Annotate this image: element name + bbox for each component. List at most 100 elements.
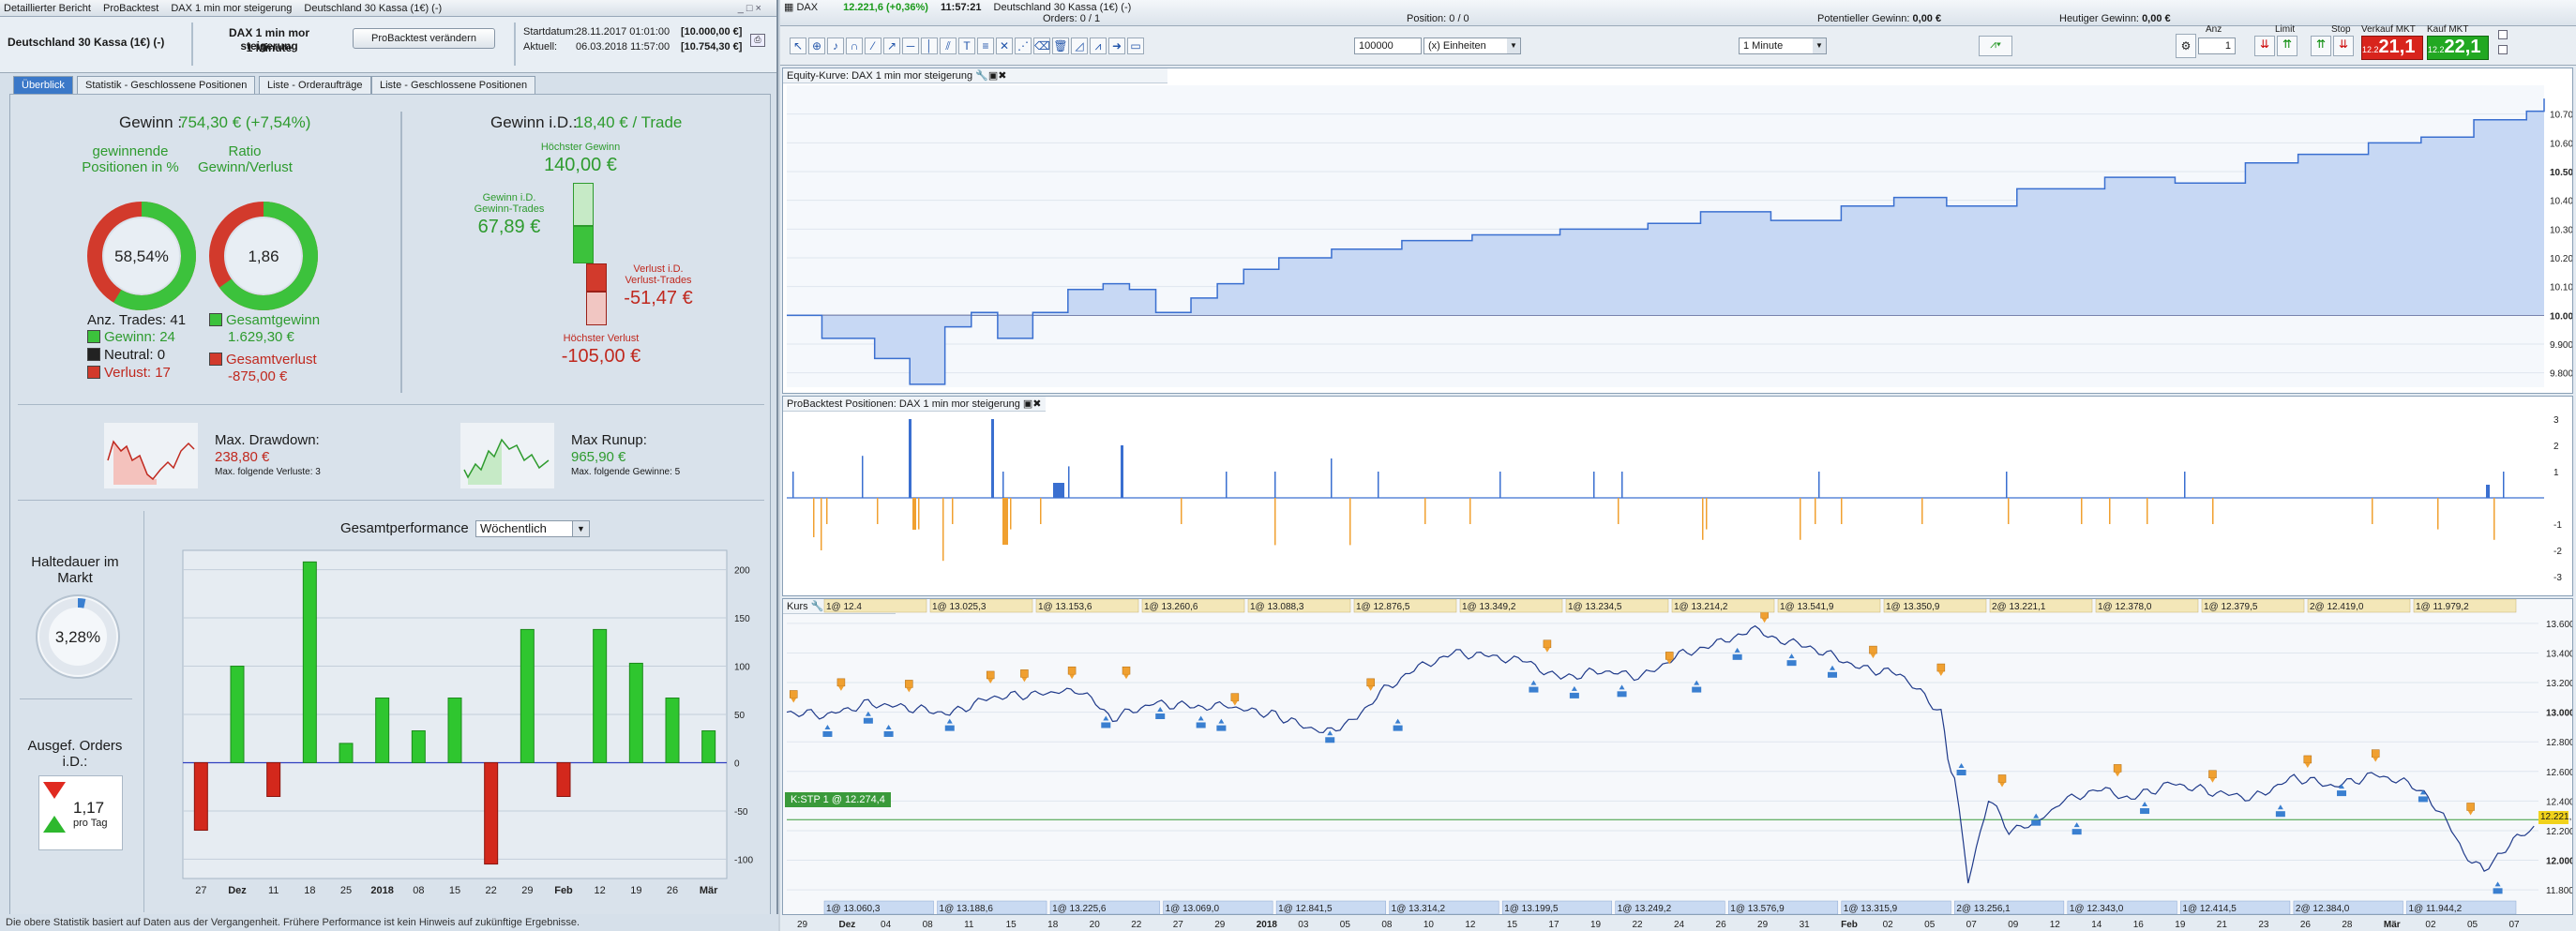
cross-icon[interactable]: ✕: [996, 38, 1013, 54]
bell-icon[interactable]: ♪: [827, 38, 844, 54]
strategy-period: 1 Minute: [246, 41, 293, 54]
option-checkbox[interactable]: [2498, 30, 2508, 39]
perf-period-select[interactable]: Wöchentlich ▼: [475, 520, 590, 537]
window-controls-icon[interactable]: _ □ ×: [738, 0, 761, 17]
date-tick: 19: [1590, 920, 1602, 930]
wrench-icon[interactable]: ⚙: [2176, 34, 2196, 58]
shapes-icon[interactable]: ◿: [1071, 38, 1088, 54]
rectangle-icon[interactable]: ▭: [1127, 38, 1144, 54]
line-icon[interactable]: ⁄: [865, 38, 881, 54]
perf-bar: [266, 761, 281, 797]
long-entry-marker: [1828, 671, 1838, 678]
arrow-down-icon: [1999, 782, 2006, 788]
price-y-tick: 12.000: [2546, 857, 2572, 867]
position-short-bar: [1800, 498, 1801, 540]
trash-icon[interactable]: 🗑: [1052, 38, 1069, 54]
potential-gain-label: Potentieller Gewinn:: [1817, 13, 1910, 24]
trade-label: 1@ 13.225,6: [1052, 904, 1107, 914]
tab-overview[interactable]: Überblick: [13, 76, 73, 94]
anz-input[interactable]: 1: [2198, 38, 2236, 54]
trade-label: 1@ 13.260,6: [1144, 602, 1198, 612]
instrument-name: Deutschland 30 Kassa (1€) (-): [8, 36, 165, 49]
avg-loss-label: Verlust i.D. Verlust-Trades: [625, 263, 692, 286]
hline-icon[interactable]: ─: [902, 38, 919, 54]
equity-y-tick: 10.300: [2550, 225, 2572, 235]
unit-select[interactable]: (x) Einheiten ▼: [1424, 38, 1521, 54]
total-loss-label-text: Gesamtverlust: [226, 352, 317, 368]
orders-unit: pro Tag: [73, 818, 108, 829]
fan-icon[interactable]: ⋰: [1015, 38, 1032, 54]
trade-label: 2@ 13.256,1: [1956, 904, 2011, 914]
arrow-up-icon: [2494, 881, 2501, 887]
drawdown-value: 238,80 €: [215, 449, 270, 465]
arrow-up-icon: [1198, 715, 1204, 721]
arrow-up-icon: [1103, 715, 1109, 721]
change-backtest-button[interactable]: ProBacktest verändern: [353, 28, 495, 49]
short-entry-marker: [2466, 803, 2475, 811]
long-entry-marker: [2140, 808, 2150, 815]
position-short-bar: [1040, 498, 1042, 524]
anz-label: Anz: [2206, 24, 2222, 35]
chevron-down-icon[interactable]: ▼: [572, 521, 589, 536]
arrow-icon[interactable]: ➜: [1108, 38, 1125, 54]
stop-order-tag[interactable]: K:STP 1 @ 12.274,4: [785, 792, 891, 807]
hold-label: Haltedauer im Markt: [31, 554, 119, 586]
print-icon[interactable]: ⎙: [750, 34, 765, 47]
period-select[interactable]: 1 Minute ▼: [1739, 38, 1827, 54]
chevron-down-icon[interactable]: ▼: [1813, 38, 1826, 53]
date-tick: 12: [1465, 920, 1476, 930]
report-tab-detail[interactable]: Detaillierter Bericht: [4, 3, 91, 14]
report-tab-instrument[interactable]: Deutschland 30 Kassa (1€) (-): [304, 3, 442, 14]
date-tick: 17: [1548, 920, 1559, 930]
cursor-icon[interactable]: ↖: [790, 38, 806, 54]
fibonacci-icon[interactable]: ≡: [977, 38, 994, 54]
zoom-icon[interactable]: ⊕: [808, 38, 825, 54]
stop-sell-button[interactable]: ⇊: [2333, 36, 2354, 56]
channel-icon[interactable]: ⫽: [940, 38, 957, 54]
arrow-up-icon: [1788, 653, 1795, 659]
anz-value: 1: [2224, 40, 2231, 52]
position-short-bar: [1815, 498, 1816, 524]
date-tick: 27: [1173, 920, 1184, 930]
arrow-up-icon: [2033, 813, 2040, 818]
avg-loss-value: -51,47 €: [624, 288, 693, 308]
stop-buy-button[interactable]: ⇈: [2311, 36, 2331, 56]
vline-icon[interactable]: │: [921, 38, 938, 54]
avg-gain-value: 67,89 €: [477, 217, 541, 237]
limit-buy-button[interactable]: ⇈: [2277, 36, 2297, 56]
trades-count: Anz. Trades: 41: [87, 312, 187, 328]
magnet-icon[interactable]: ∩: [846, 38, 863, 54]
chart-price-change: 12.221,6 (+0,36%): [843, 2, 928, 13]
pattern-icon[interactable]: ⩘: [1090, 38, 1107, 54]
sell-market-button[interactable]: 12.221,1: [2361, 36, 2423, 60]
period-value: 1 Minute: [1743, 40, 1784, 52]
tab-closed-list[interactable]: Liste - Geschlossene Positionen: [371, 76, 536, 94]
option-checkbox[interactable]: [2498, 45, 2508, 54]
ray-icon[interactable]: ↗: [883, 38, 900, 54]
section-divider: [143, 511, 144, 912]
report-tab-strategy[interactable]: DAX 1 min mor steigerung: [171, 3, 292, 14]
chart-title-row: ▦ DAX 12.221,6 (+0,36%) 11:57:21 Deutsch…: [784, 1, 1131, 13]
potential-gain: Potentieller Gewinn: 0,00 €: [1817, 13, 1941, 24]
position-short-bar: [1706, 498, 1708, 530]
avg-gain-label: Gewinn i.D. Gewinn-Trades: [474, 192, 545, 215]
last-price-tag: 12.221,: [2538, 811, 2572, 824]
sell-price-prefix: 12.2: [2362, 45, 2379, 54]
eraser-icon[interactable]: ⌫: [1033, 38, 1050, 54]
quantity-input[interactable]: 100000: [1354, 38, 1422, 54]
tab-stats-closed[interactable]: Statistik - Geschlossene Positionen: [77, 76, 256, 94]
report-tab-probacktest[interactable]: ProBacktest: [103, 3, 158, 14]
equity-y-tick: 10.200: [2550, 254, 2572, 264]
indicator-icon[interactable]: ⩘▾: [1979, 36, 2012, 56]
date-tick: 15: [1507, 920, 1518, 930]
limit-sell-button[interactable]: ⇊: [2254, 36, 2275, 56]
chevron-down-icon[interactable]: ▼: [1507, 38, 1520, 53]
buy-market-button[interactable]: 12.222,1: [2427, 36, 2489, 60]
total-gain-label-text: Gesamtgewinn: [226, 312, 321, 328]
arrow-down-icon: [1544, 647, 1550, 653]
date-tick: 05: [1340, 920, 1351, 930]
tab-order-list[interactable]: Liste - Orderaufträge: [259, 76, 371, 94]
chart-toolbar: ↖ ⊕ ♪ ∩ ⁄ ↗ ─ │ ⫽ T ≡ ✕ ⋰ ⌫ 🗑 ◿ ⩘ ➜ ▭ 10…: [780, 24, 2576, 66]
winners-donut: 58,54%: [87, 202, 196, 310]
text-icon[interactable]: T: [958, 38, 975, 54]
